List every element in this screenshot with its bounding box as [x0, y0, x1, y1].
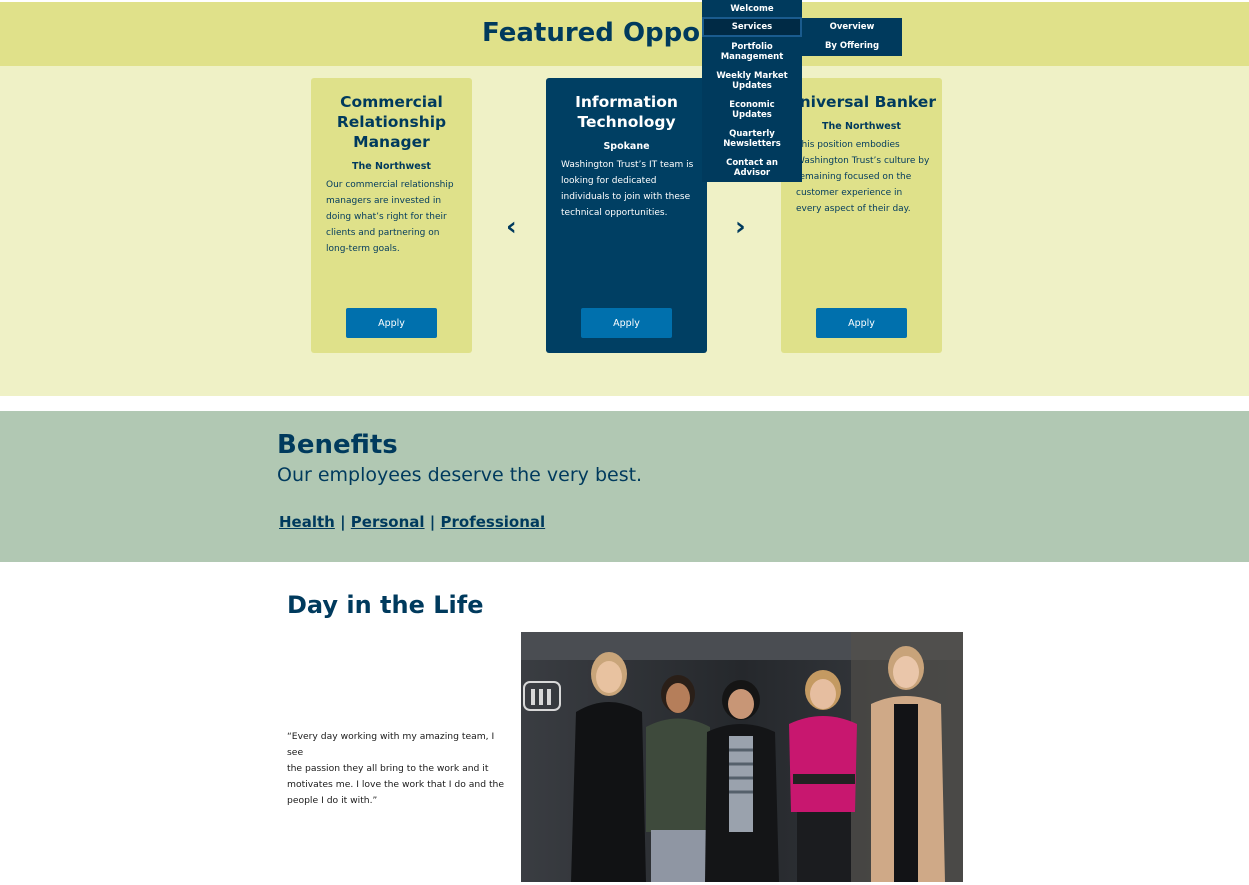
card-title: Universal Banker [787, 93, 936, 111]
services-submenu: Overview By Offering [802, 18, 902, 56]
featured-header-band: Featured Opportu [0, 2, 1249, 66]
menu-item-portfolio-management[interactable]: Portfolio Management [702, 42, 802, 62]
link-health[interactable]: Health [279, 513, 335, 531]
carousel-next-arrow-icon[interactable]: › [735, 212, 746, 242]
job-card-universal-banker: Universal Banker The Northwest This posi… [781, 78, 942, 353]
day-in-life-title: Day in the Life [287, 591, 484, 619]
submenu-item-overview[interactable]: Overview [802, 22, 902, 32]
apply-button[interactable]: Apply [816, 308, 907, 338]
menu-item-services[interactable]: Services [702, 17, 802, 37]
apply-button[interactable]: Apply [346, 308, 437, 338]
nav-dropdown-menu: Welcome Services Portfolio Management We… [702, 0, 802, 182]
job-card-it: Information Technology Spokane Washingto… [546, 78, 707, 353]
menu-item-quarterly-newsletters[interactable]: Quarterly Newsletters [702, 129, 802, 149]
carousel-prev-arrow-icon[interactable]: ‹ [506, 212, 517, 242]
menu-item-economic-updates[interactable]: Economic Updates [702, 100, 802, 120]
card-description: Washington Trust’s IT team is looking fo… [561, 160, 694, 218]
employee-quote: “Every day working with my amazing team,… [287, 731, 505, 806]
link-separator: | [429, 513, 436, 531]
menu-item-contact-advisor[interactable]: Contact an Advisor [702, 158, 802, 178]
link-personal[interactable]: Personal [351, 513, 425, 531]
benefits-section: Benefits Our employees deserve the very … [0, 411, 1249, 562]
card-description: This position embodies Washington Trust’… [796, 140, 930, 214]
card-title: Commercial Relationship Manager [336, 93, 447, 151]
benefits-subtitle: Our employees deserve the very best. [277, 464, 643, 486]
link-separator: | [340, 513, 346, 531]
menu-item-welcome[interactable]: Welcome [702, 4, 802, 14]
benefits-links: Health | Personal | Professional [279, 513, 545, 531]
card-title: Information Technology [575, 93, 678, 131]
benefits-title: Benefits [277, 430, 398, 460]
link-professional[interactable]: Professional [441, 513, 546, 531]
submenu-item-by-offering[interactable]: By Offering [802, 41, 902, 51]
card-location: Spokane [603, 141, 650, 152]
job-card-commercial: Commercial Relationship Manager The Nort… [311, 78, 472, 353]
card-location: The Northwest [822, 121, 901, 132]
apply-button[interactable]: Apply [581, 308, 672, 338]
card-location: The Northwest [352, 161, 431, 172]
card-description: Our commercial relationship managers are… [326, 180, 454, 254]
team-photo [521, 632, 963, 882]
menu-item-weekly-market-updates[interactable]: Weekly Market Updates [702, 71, 802, 91]
